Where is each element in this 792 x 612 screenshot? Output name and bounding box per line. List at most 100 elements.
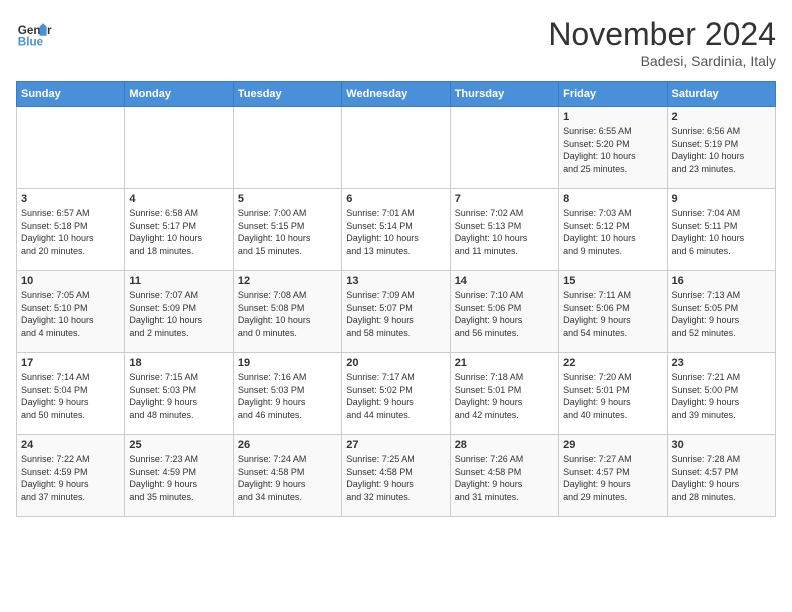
calendar-cell: 8 Sunrise: 7:03 AM Sunset: 5:12 PM Daylig…: [559, 189, 667, 271]
calendar-header-row: SundayMondayTuesdayWednesdayThursdayFrid…: [17, 82, 776, 107]
calendar-cell: 17 Sunrise: 7:14 AM Sunset: 5:04 PM Dayli…: [17, 353, 125, 435]
calendar-cell: 29 Sunrise: 7:27 AM Sunset: 4:57 PM Dayli…: [559, 435, 667, 517]
day-number: 25: [129, 439, 228, 451]
calendar-cell: 19Sunrise: 7:16 AM Sunset: 5:03 PM Dayli…: [233, 353, 341, 435]
day-number: 21: [455, 357, 554, 369]
day-header-thursday: Thursday: [450, 82, 558, 107]
day-number: 26: [238, 439, 337, 451]
day-info: Sunrise: 7:10 AM Sunset: 5:06 PM Dayligh…: [455, 289, 554, 339]
calendar-cell: 28 Sunrise: 7:26 AM Sunset: 4:58 PM Dayli…: [450, 435, 558, 517]
day-number: 9: [672, 193, 771, 205]
day-number: 4: [129, 193, 228, 205]
day-info: Sunrise: 7:18 AM Sunset: 5:01 PM Dayligh…: [455, 371, 554, 421]
month-title: November 2024: [548, 16, 776, 53]
calendar-cell: 7 Sunrise: 7:02 AM Sunset: 5:13 PM Daylig…: [450, 189, 558, 271]
day-number: 30: [672, 439, 771, 451]
day-info: Sunrise: 7:02 AM Sunset: 5:13 PM Dayligh…: [455, 207, 554, 257]
day-info: Sunrise: 7:01 AM Sunset: 5:14 PM Dayligh…: [346, 207, 445, 257]
calendar-cell: [342, 107, 450, 189]
day-info: Sunrise: 7:27 AM Sunset: 4:57 PM Dayligh…: [563, 453, 662, 503]
day-info: Sunrise: 7:07 AM Sunset: 5:09 PM Dayligh…: [129, 289, 228, 339]
calendar-cell: 9 Sunrise: 7:04 AM Sunset: 5:11 PM Daylig…: [667, 189, 775, 271]
day-info: Sunrise: 7:21 AM Sunset: 5:00 PM Dayligh…: [672, 371, 771, 421]
day-number: 17: [21, 357, 120, 369]
day-number: 27: [346, 439, 445, 451]
calendar-cell: 22 Sunrise: 7:20 AM Sunset: 5:01 PM Dayli…: [559, 353, 667, 435]
day-number: 22: [563, 357, 662, 369]
day-info: Sunrise: 7:04 AM Sunset: 5:11 PM Dayligh…: [672, 207, 771, 257]
calendar-week-3: 10Sunrise: 7:05 AM Sunset: 5:10 PM Dayli…: [17, 271, 776, 353]
day-number: 6: [346, 193, 445, 205]
day-info: Sunrise: 7:16 AM Sunset: 5:03 PM Dayligh…: [238, 371, 337, 421]
calendar-cell: 20 Sunrise: 7:17 AM Sunset: 5:02 PM Dayli…: [342, 353, 450, 435]
day-number: 7: [455, 193, 554, 205]
calendar-cell: 26 Sunrise: 7:24 AM Sunset: 4:58 PM Dayli…: [233, 435, 341, 517]
calendar-cell: 11 Sunrise: 7:07 AM Sunset: 5:09 PM Dayli…: [125, 271, 233, 353]
day-number: 16: [672, 275, 771, 287]
day-info: Sunrise: 7:13 AM Sunset: 5:05 PM Dayligh…: [672, 289, 771, 339]
day-info: Sunrise: 7:14 AM Sunset: 5:04 PM Dayligh…: [21, 371, 120, 421]
calendar-cell: 14Sunrise: 7:10 AM Sunset: 5:06 PM Dayli…: [450, 271, 558, 353]
calendar-cell: 13 Sunrise: 7:09 AM Sunset: 5:07 PM Dayli…: [342, 271, 450, 353]
day-header-wednesday: Wednesday: [342, 82, 450, 107]
day-number: 28: [455, 439, 554, 451]
day-info: Sunrise: 7:24 AM Sunset: 4:58 PM Dayligh…: [238, 453, 337, 503]
day-number: 11: [129, 275, 228, 287]
calendar-cell: [450, 107, 558, 189]
calendar-cell: 10Sunrise: 7:05 AM Sunset: 5:10 PM Dayli…: [17, 271, 125, 353]
day-info: Sunrise: 7:09 AM Sunset: 5:07 PM Dayligh…: [346, 289, 445, 339]
day-info: Sunrise: 7:20 AM Sunset: 5:01 PM Dayligh…: [563, 371, 662, 421]
day-header-saturday: Saturday: [667, 82, 775, 107]
calendar-cell: 4 Sunrise: 6:58 AM Sunset: 5:17 PM Daylig…: [125, 189, 233, 271]
day-info: Sunrise: 6:56 AM Sunset: 5:19 PM Dayligh…: [672, 125, 771, 175]
day-info: Sunrise: 7:26 AM Sunset: 4:58 PM Dayligh…: [455, 453, 554, 503]
day-number: 3: [21, 193, 120, 205]
calendar-cell: 3 Sunrise: 6:57 AM Sunset: 5:18 PM Daylig…: [17, 189, 125, 271]
calendar-cell: 12 Sunrise: 7:08 AM Sunset: 5:08 PM Dayli…: [233, 271, 341, 353]
calendar-week-4: 17 Sunrise: 7:14 AM Sunset: 5:04 PM Dayli…: [17, 353, 776, 435]
calendar-cell: 21 Sunrise: 7:18 AM Sunset: 5:01 PM Dayli…: [450, 353, 558, 435]
logo: General Blue: [16, 16, 56, 52]
svg-text:Blue: Blue: [18, 36, 44, 49]
day-number: 8: [563, 193, 662, 205]
calendar-table: SundayMondayTuesdayWednesdayThursdayFrid…: [16, 81, 776, 517]
calendar-cell: 24Sunrise: 7:22 AM Sunset: 4:59 PM Dayli…: [17, 435, 125, 517]
day-info: Sunrise: 7:00 AM Sunset: 5:15 PM Dayligh…: [238, 207, 337, 257]
calendar-cell: 18Sunrise: 7:15 AM Sunset: 5:03 PM Dayli…: [125, 353, 233, 435]
day-number: 29: [563, 439, 662, 451]
calendar-cell: 15Sunrise: 7:11 AM Sunset: 5:06 PM Dayli…: [559, 271, 667, 353]
page-header: General Blue November 2024 Badesi, Sardi…: [16, 16, 776, 69]
day-number: 13: [346, 275, 445, 287]
day-info: Sunrise: 7:08 AM Sunset: 5:08 PM Dayligh…: [238, 289, 337, 339]
day-number: 23: [672, 357, 771, 369]
day-info: Sunrise: 7:28 AM Sunset: 4:57 PM Dayligh…: [672, 453, 771, 503]
calendar-week-5: 24Sunrise: 7:22 AM Sunset: 4:59 PM Dayli…: [17, 435, 776, 517]
day-number: 20: [346, 357, 445, 369]
day-number: 10: [21, 275, 120, 287]
day-header-monday: Monday: [125, 82, 233, 107]
calendar-cell: 2 Sunrise: 6:56 AM Sunset: 5:19 PM Daylig…: [667, 107, 775, 189]
calendar-cell: 30 Sunrise: 7:28 AM Sunset: 4:57 PM Dayli…: [667, 435, 775, 517]
calendar-cell: 27Sunrise: 7:25 AM Sunset: 4:58 PM Dayli…: [342, 435, 450, 517]
day-info: Sunrise: 7:15 AM Sunset: 5:03 PM Dayligh…: [129, 371, 228, 421]
day-info: Sunrise: 7:17 AM Sunset: 5:02 PM Dayligh…: [346, 371, 445, 421]
logo-icon: General Blue: [16, 16, 52, 52]
day-header-sunday: Sunday: [17, 82, 125, 107]
day-info: Sunrise: 6:57 AM Sunset: 5:18 PM Dayligh…: [21, 207, 120, 257]
day-info: Sunrise: 6:55 AM Sunset: 5:20 PM Dayligh…: [563, 125, 662, 175]
day-info: Sunrise: 7:22 AM Sunset: 4:59 PM Dayligh…: [21, 453, 120, 503]
day-info: Sunrise: 6:58 AM Sunset: 5:17 PM Dayligh…: [129, 207, 228, 257]
title-block: November 2024 Badesi, Sardinia, Italy: [548, 16, 776, 69]
calendar-cell: 6 Sunrise: 7:01 AM Sunset: 5:14 PM Daylig…: [342, 189, 450, 271]
calendar-week-2: 3 Sunrise: 6:57 AM Sunset: 5:18 PM Daylig…: [17, 189, 776, 271]
day-info: Sunrise: 7:23 AM Sunset: 4:59 PM Dayligh…: [129, 453, 228, 503]
day-info: Sunrise: 7:11 AM Sunset: 5:06 PM Dayligh…: [563, 289, 662, 339]
day-number: 2: [672, 111, 771, 123]
day-number: 5: [238, 193, 337, 205]
day-number: 12: [238, 275, 337, 287]
calendar-cell: [125, 107, 233, 189]
day-info: Sunrise: 7:03 AM Sunset: 5:12 PM Dayligh…: [563, 207, 662, 257]
calendar-cell: [17, 107, 125, 189]
calendar-cell: 25 Sunrise: 7:23 AM Sunset: 4:59 PM Dayli…: [125, 435, 233, 517]
calendar-cell: [233, 107, 341, 189]
